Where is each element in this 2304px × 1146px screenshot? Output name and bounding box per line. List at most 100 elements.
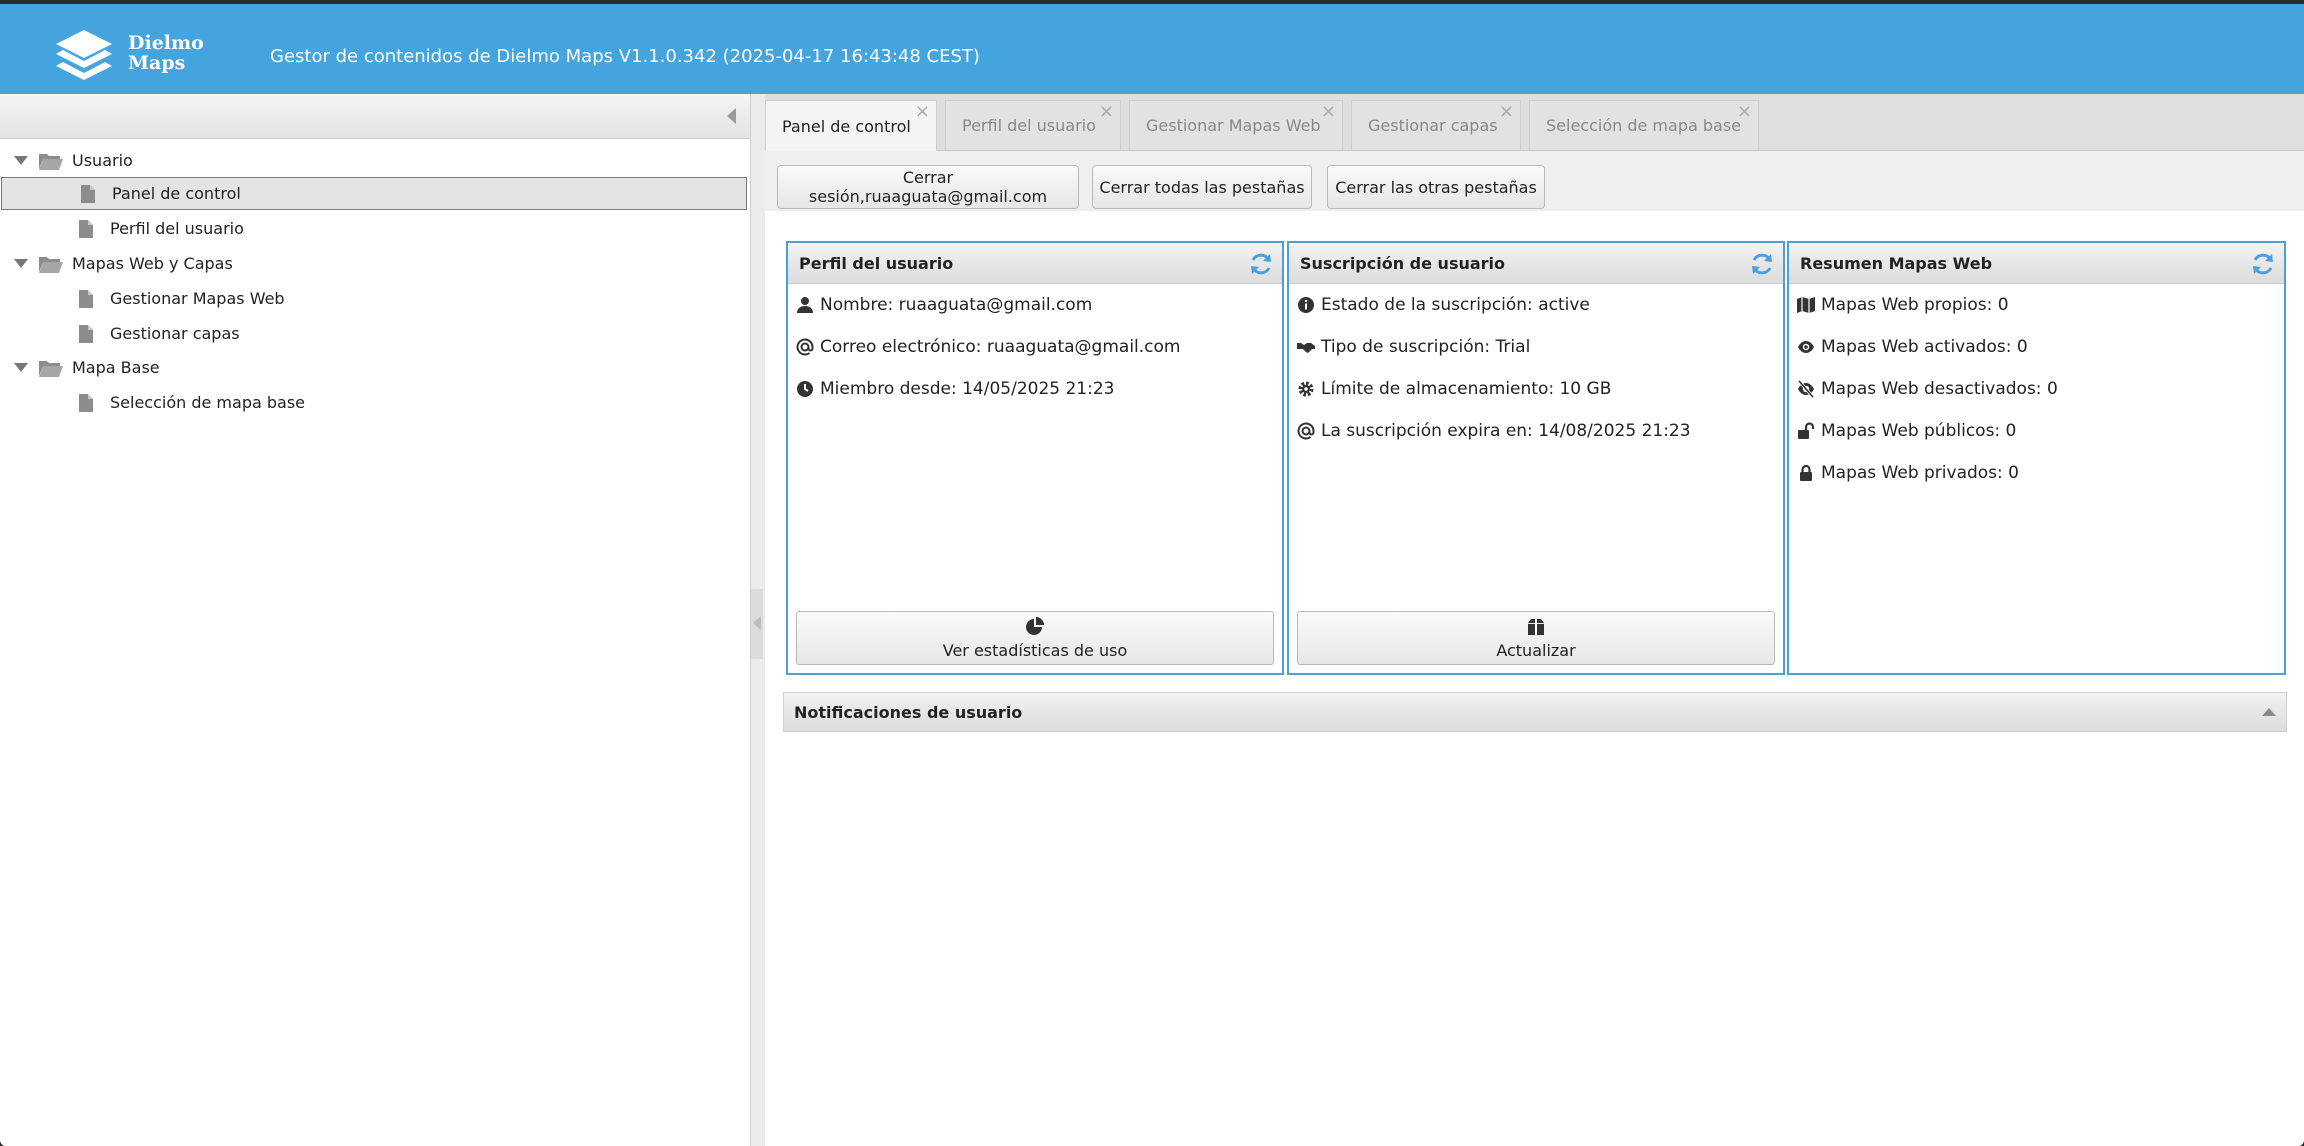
panel-title: Perfil del usuario <box>799 254 954 273</box>
usage-statistics-button[interactable]: Ver estadísticas de uso <box>796 611 1274 665</box>
tree-item-perfil-del-usuario[interactable]: Perfil del usuario <box>0 212 748 245</box>
profile-member-line: Miembro desde: 14/05/2025 21:23 <box>796 379 1115 399</box>
gear-icon <box>1298 381 1314 397</box>
map-icon <box>1797 297 1815 313</box>
folder-open-icon <box>39 256 63 273</box>
logout-button[interactable]: Cerrar sesión,ruaaguata@gmail.com <box>777 165 1079 209</box>
document-icon <box>79 219 93 238</box>
user-icon <box>797 297 813 313</box>
eye-icon <box>1798 341 1814 353</box>
close-other-tabs-button[interactable]: Cerrar las otras pestañas <box>1327 165 1545 209</box>
tree-folder-usuario[interactable]: Usuario <box>0 144 748 177</box>
profile-name-line: Nombre: ruaaguata@gmail.com <box>796 295 1092 315</box>
app-title: Gestor de contenidos de Dielmo Maps V1.1… <box>270 46 980 67</box>
tree-item-panel-de-control[interactable]: Panel de control <box>1 177 747 210</box>
expand-triangle-icon[interactable] <box>14 259 28 268</box>
panel-title: Resumen Mapas Web <box>1800 254 1993 273</box>
subscription-status: Estado de la suscripción: active <box>1321 295 1590 315</box>
panel-header: Suscripción de usuario <box>1289 243 1783 284</box>
own-maps-count: Mapas Web propios: 0 <box>1821 295 2009 315</box>
clock-icon <box>797 381 813 397</box>
tab-bar: Panel de control × Perfil del usuario × … <box>765 94 2304 151</box>
tab-panel-de-control[interactable]: Panel de control × <box>765 100 937 151</box>
panel-header: Perfil del usuario <box>788 243 1282 284</box>
tree-folder-mapa-base[interactable]: Mapa Base <box>0 351 748 384</box>
tree-item-gestionar-capas[interactable]: Gestionar capas <box>0 317 748 350</box>
splitter-collapse-arrow-icon[interactable] <box>753 616 761 630</box>
refresh-icon[interactable] <box>1749 251 1775 277</box>
logo-line-2: Maps <box>128 52 186 74</box>
own-maps-line: Mapas Web propios: 0 <box>1797 295 2009 315</box>
tab-label: Panel de control <box>782 116 911 136</box>
inactive-maps-line: Mapas Web desactivados: 0 <box>1797 379 2058 399</box>
collapse-notifications-icon[interactable] <box>2262 708 2276 716</box>
public-maps-line: Mapas Web públicos: 0 <box>1797 421 2016 441</box>
profile-member-since: Miembro desde: 14/05/2025 21:23 <box>820 379 1115 399</box>
document-icon <box>79 289 93 308</box>
tree-item-label: Mapas Web y Capas <box>72 254 233 273</box>
refresh-icon[interactable] <box>2250 251 2276 277</box>
logo-text: Dielmo Maps <box>128 33 204 73</box>
user-subscription-panel: Suscripción de usuario Estado de la susc… <box>1287 241 1785 675</box>
toolbar: Cerrar sesión,ruaaguata@gmail.com Cerrar… <box>765 151 2304 211</box>
tab-perfil-del-usuario[interactable]: Perfil del usuario × <box>945 100 1121 150</box>
public-maps-count: Mapas Web públicos: 0 <box>1821 421 2017 441</box>
tab-label: Selección de mapa base <box>1546 116 1742 135</box>
panel-title: Suscripción de usuario <box>1300 254 1506 273</box>
tree-folder-mapas-web-y-capas[interactable]: Mapas Web y Capas <box>0 247 748 280</box>
navigation-panel-header <box>0 94 750 139</box>
user-profile-panel: Perfil del usuario Nombre: ruaaguata@gma… <box>786 241 1284 675</box>
inactive-maps-count: Mapas Web desactivados: 0 <box>1821 379 2058 399</box>
expand-triangle-icon[interactable] <box>14 156 28 165</box>
tree-item-label: Usuario <box>72 151 133 170</box>
tree-item-label: Selección de mapa base <box>110 393 306 412</box>
subscription-storage: Límite de almacenamiento: 10 GB <box>1321 379 1612 399</box>
document-icon <box>79 324 93 343</box>
close-tab-icon[interactable]: × <box>1321 103 1336 121</box>
tree-item-seleccion-de-mapa-base[interactable]: Selección de mapa base <box>0 386 748 419</box>
usage-statistics-label: Ver estadísticas de uso <box>942 640 1128 660</box>
close-all-tabs-button[interactable]: Cerrar todas las pestañas <box>1092 165 1312 209</box>
eye-slash-icon <box>1797 380 1815 398</box>
tree-item-gestionar-mapas-web[interactable]: Gestionar Mapas Web <box>0 282 748 315</box>
app-window: Dielmo Maps Gestor de contenidos de Diel… <box>0 4 2304 1146</box>
upgrade-label: Actualizar <box>1496 640 1576 660</box>
panel-header: Resumen Mapas Web <box>1789 243 2284 284</box>
upgrade-button[interactable]: Actualizar <box>1297 611 1775 665</box>
tab-seleccion-de-mapa-base[interactable]: Selección de mapa base × <box>1529 100 1759 150</box>
profile-name: Nombre: ruaaguata@gmail.com <box>820 295 1093 315</box>
close-tab-icon[interactable]: × <box>1099 103 1114 121</box>
close-tab-icon[interactable]: × <box>915 103 930 121</box>
tab-gestionar-mapas-web[interactable]: Gestionar Mapas Web × <box>1129 100 1343 150</box>
tab-label: Perfil del usuario <box>962 116 1096 135</box>
tab-label: Gestionar capas <box>1368 116 1498 135</box>
info-icon <box>1298 297 1314 313</box>
tree-item-label: Mapa Base <box>72 358 160 377</box>
refresh-icon[interactable] <box>1248 251 1274 277</box>
tab-gestionar-capas[interactable]: Gestionar capas × <box>1351 100 1521 150</box>
close-tab-icon[interactable]: × <box>1737 103 1752 121</box>
collapse-panel-button[interactable] <box>727 108 736 124</box>
tree-item-label: Gestionar Mapas Web <box>110 289 285 308</box>
close-tab-icon[interactable]: × <box>1499 103 1514 121</box>
handshake-icon <box>1297 343 1315 353</box>
profile-email: Correo electrónico: ruaaguata@gmail.com <box>820 337 1181 357</box>
folder-open-icon <box>39 153 63 170</box>
tree-item-label: Panel de control <box>112 184 241 203</box>
profile-email-line: Correo electrónico: ruaaguata@gmail.com <box>796 337 1180 357</box>
tab-label: Gestionar Mapas Web <box>1146 116 1321 135</box>
expand-triangle-icon[interactable] <box>14 363 28 372</box>
layers-logo-icon <box>56 30 112 80</box>
private-maps-count: Mapas Web privados: 0 <box>1821 463 2019 483</box>
unlock-icon <box>1798 422 1815 439</box>
at-sign-icon <box>796 338 814 356</box>
lock-icon <box>1800 464 1812 481</box>
content-area: Panel de control × Perfil del usuario × … <box>765 94 2304 1146</box>
notifications-title: Notificaciones de usuario <box>794 703 1023 722</box>
at-sign-icon <box>1297 422 1315 440</box>
subscription-status-line: Estado de la suscripción: active <box>1297 295 1590 315</box>
navigation-panel: Usuario Panel de control Perfil del usua… <box>0 94 751 1146</box>
subscription-expiry-line: La suscripción expira en: 14/08/2025 21:… <box>1297 421 1691 441</box>
tree-item-label: Gestionar capas <box>110 324 240 343</box>
active-maps-count: Mapas Web activados: 0 <box>1821 337 2028 357</box>
